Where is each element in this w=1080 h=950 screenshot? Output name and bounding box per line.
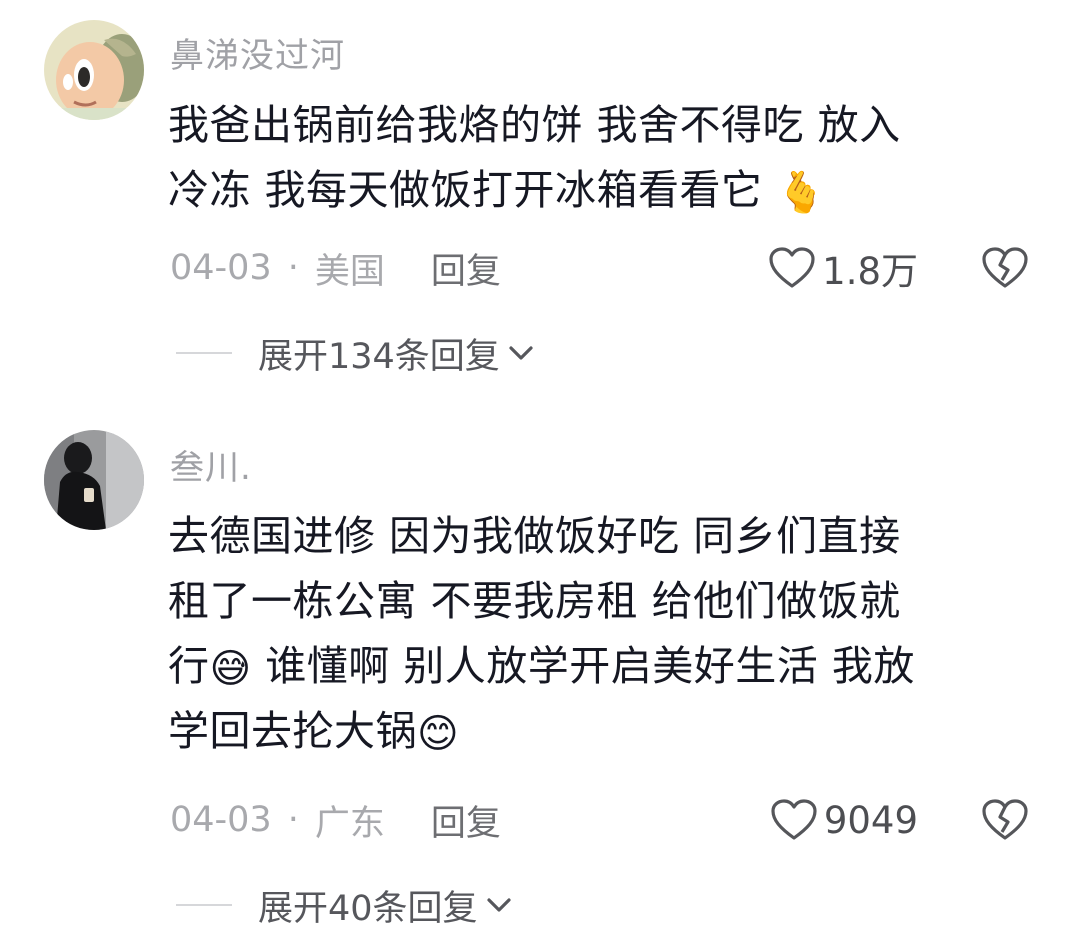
- reply-button[interactable]: 回复: [431, 243, 501, 294]
- grinning-sweat-emoji-icon: 😅: [209, 646, 252, 692]
- like-button[interactable]: 1.8万: [768, 246, 918, 293]
- expand-replies-button[interactable]: 展开134条回复: [176, 328, 536, 378]
- meta-separator: ·: [287, 248, 299, 288]
- divider: [176, 904, 232, 906]
- comment-date: 04-03: [170, 800, 272, 840]
- heart-outline-icon: [771, 799, 817, 840]
- comment-location: 广东: [314, 803, 385, 844]
- cartoon-avatar-image: [44, 20, 144, 120]
- comment-meta: 04-03 · 美国 回复: [170, 246, 501, 292]
- smiling-face-emoji-icon: 😊: [417, 711, 460, 757]
- chevron-down-icon: [509, 346, 533, 360]
- dislike-button[interactable]: [980, 798, 1030, 842]
- chevron-down-icon: [486, 898, 511, 912]
- divider: [176, 352, 232, 354]
- expand-replies-label: 展开134条回复: [258, 336, 500, 377]
- like-button[interactable]: 9049: [770, 798, 918, 842]
- expand-replies-button[interactable]: 展开40条回复: [176, 880, 514, 930]
- avatar[interactable]: [44, 20, 144, 120]
- comment-line: 我爸出锅前给我烙的饼 我舍不得吃 放入: [168, 101, 901, 149]
- comment-meta: 04-03 · 广东 回复: [170, 798, 501, 844]
- comment-line-text: 行: [168, 642, 210, 690]
- broken-heart-icon: [982, 799, 1028, 840]
- like-count: 1.8万: [822, 250, 918, 293]
- comment-text: 去德国进修 因为我做饭好吃 同乡们直接 租了一栋公寓 不要我房租 给他们做饭就 …: [168, 504, 1048, 764]
- comment-line: 租了一栋公寓 不要我房租 给他们做饭就: [168, 577, 901, 625]
- comment-line: 冷冻 我每天做饭打开冰箱看看它 🫰: [168, 158, 1048, 223]
- comment-line-text: 冷冻 我每天做饭打开冰箱看看它: [168, 166, 763, 214]
- comment-text: 我爸出锅前给我烙的饼 我舍不得吃 放入 冷冻 我每天做饭打开冰箱看看它 🫰: [168, 93, 1048, 223]
- finger-heart-emoji-icon: 🫰: [776, 170, 827, 216]
- comment-location: 美国: [314, 251, 385, 292]
- comment-line: 去德国进修 因为我做饭好吃 同乡们直接: [168, 512, 901, 560]
- comment-line: 学回去抡大锅😊: [168, 699, 1048, 764]
- comment-date: 04-03: [170, 248, 272, 288]
- broken-heart-icon: [982, 247, 1028, 288]
- heart-outline-icon: [769, 247, 815, 288]
- comment-line-text: 学回去抡大锅: [168, 707, 417, 755]
- username[interactable]: 叁川.: [170, 440, 252, 489]
- avatar[interactable]: [44, 430, 144, 530]
- expand-replies-label: 展开40条回复: [258, 888, 478, 929]
- reply-button[interactable]: 回复: [431, 795, 501, 846]
- photo-avatar-image: [44, 430, 144, 530]
- comment-line: 行😅 谁懂啊 别人放学开启美好生活 我放: [168, 634, 1048, 699]
- username[interactable]: 鼻涕没过河: [170, 28, 345, 77]
- dislike-button[interactable]: [980, 246, 1030, 290]
- like-count: 9049: [823, 798, 918, 842]
- meta-separator: ·: [287, 800, 299, 840]
- comment-line-text: 谁懂啊 别人放学开启美好生活 我放: [265, 642, 915, 690]
